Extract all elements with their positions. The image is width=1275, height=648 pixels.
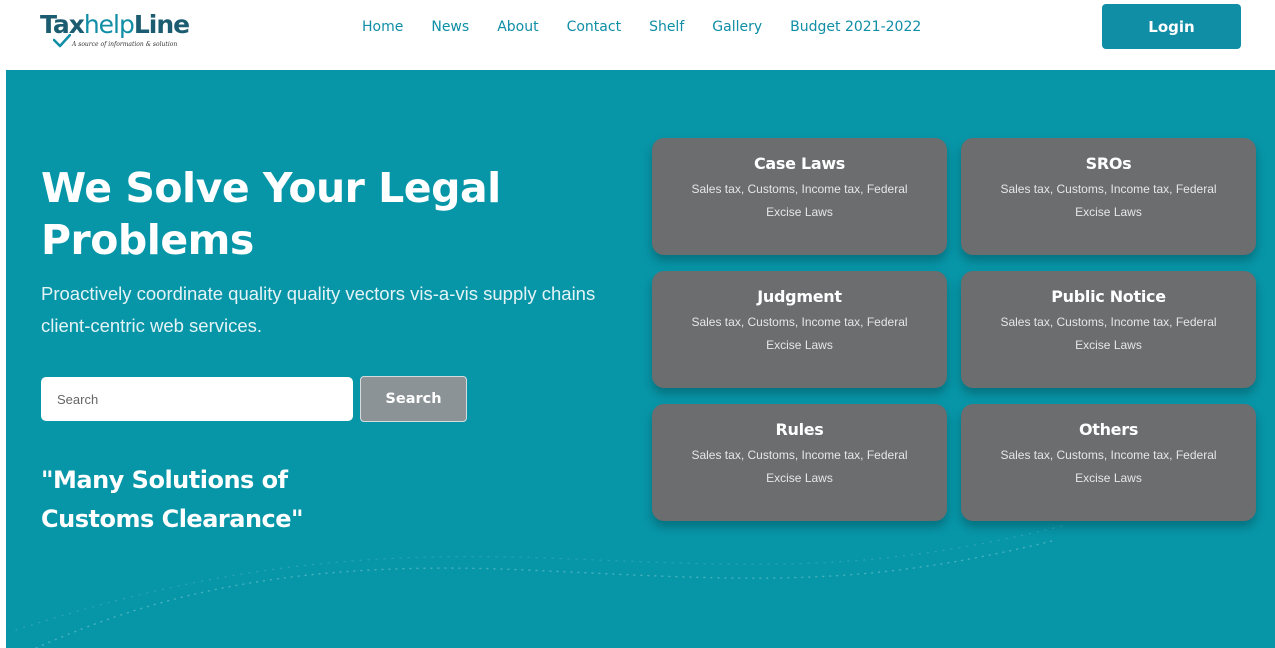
nav-gallery[interactable]: Gallery [712, 17, 762, 37]
card-case-laws[interactable]: Case Laws Sales tax, Customs, Income tax… [652, 138, 947, 255]
card-description: Sales tax, Customs, Income tax, Federal … [691, 315, 908, 352]
card-judgment[interactable]: Judgment Sales tax, Customs, Income tax,… [652, 271, 947, 388]
card-public-notice[interactable]: Public Notice Sales tax, Customs, Income… [961, 271, 1256, 388]
search-input[interactable] [41, 377, 353, 421]
nav-about[interactable]: About [497, 17, 538, 37]
site-header: TaxhelpLine A source of information & so… [0, 0, 1275, 70]
card-description: Sales tax, Customs, Income tax, Federal … [691, 182, 908, 219]
card-title: Public Notice [1051, 287, 1166, 306]
hero-section: We Solve Your Legal Problems Proactively… [6, 70, 1275, 648]
logo-line: Line [133, 10, 190, 39]
card-sros[interactable]: SROs Sales tax, Customs, Income tax, Fed… [961, 138, 1256, 255]
card-title: SROs [1085, 154, 1132, 173]
hero-description: Proactively coordinate quality quality v… [41, 283, 596, 336]
nav-contact[interactable]: Contact [567, 17, 621, 37]
nav-news[interactable]: News [431, 17, 469, 37]
search-button[interactable]: Search [360, 376, 467, 422]
card-title: Case Laws [753, 154, 846, 173]
nav-home[interactable]: Home [362, 17, 403, 37]
card-others[interactable]: Others Sales tax, Customs, Income tax, F… [961, 404, 1256, 521]
login-button[interactable]: Login [1102, 4, 1241, 49]
main-nav: Home News About Contact Shelf Gallery Bu… [362, 17, 921, 37]
card-description: Sales tax, Customs, Income tax, Federal … [1000, 182, 1217, 219]
card-description: Sales tax, Customs, Income tax, Federal … [1000, 315, 1217, 352]
hero-tagline: "Many Solutions of Customs Clearance" [41, 466, 304, 533]
card-title: Others [1078, 420, 1139, 439]
nav-shelf[interactable]: Shelf [649, 17, 684, 37]
card-description: Sales tax, Customs, Income tax, Federal … [691, 448, 908, 485]
card-title: Rules [775, 420, 824, 439]
card-description: Sales tax, Customs, Income tax, Federal … [1000, 448, 1217, 485]
card-title: Judgment [757, 287, 842, 306]
logo-tagline: A source of information & solution [72, 41, 178, 48]
site-logo[interactable]: TaxhelpLine A source of information & so… [40, 8, 190, 52]
checkmark-icon [53, 34, 71, 48]
hero-title: We Solve Your Legal Problems [41, 164, 501, 264]
nav-budget[interactable]: Budget 2021-2022 [790, 17, 921, 37]
card-rules[interactable]: Rules Sales tax, Customs, Income tax, Fe… [652, 404, 947, 521]
logo-help: help [83, 10, 135, 39]
